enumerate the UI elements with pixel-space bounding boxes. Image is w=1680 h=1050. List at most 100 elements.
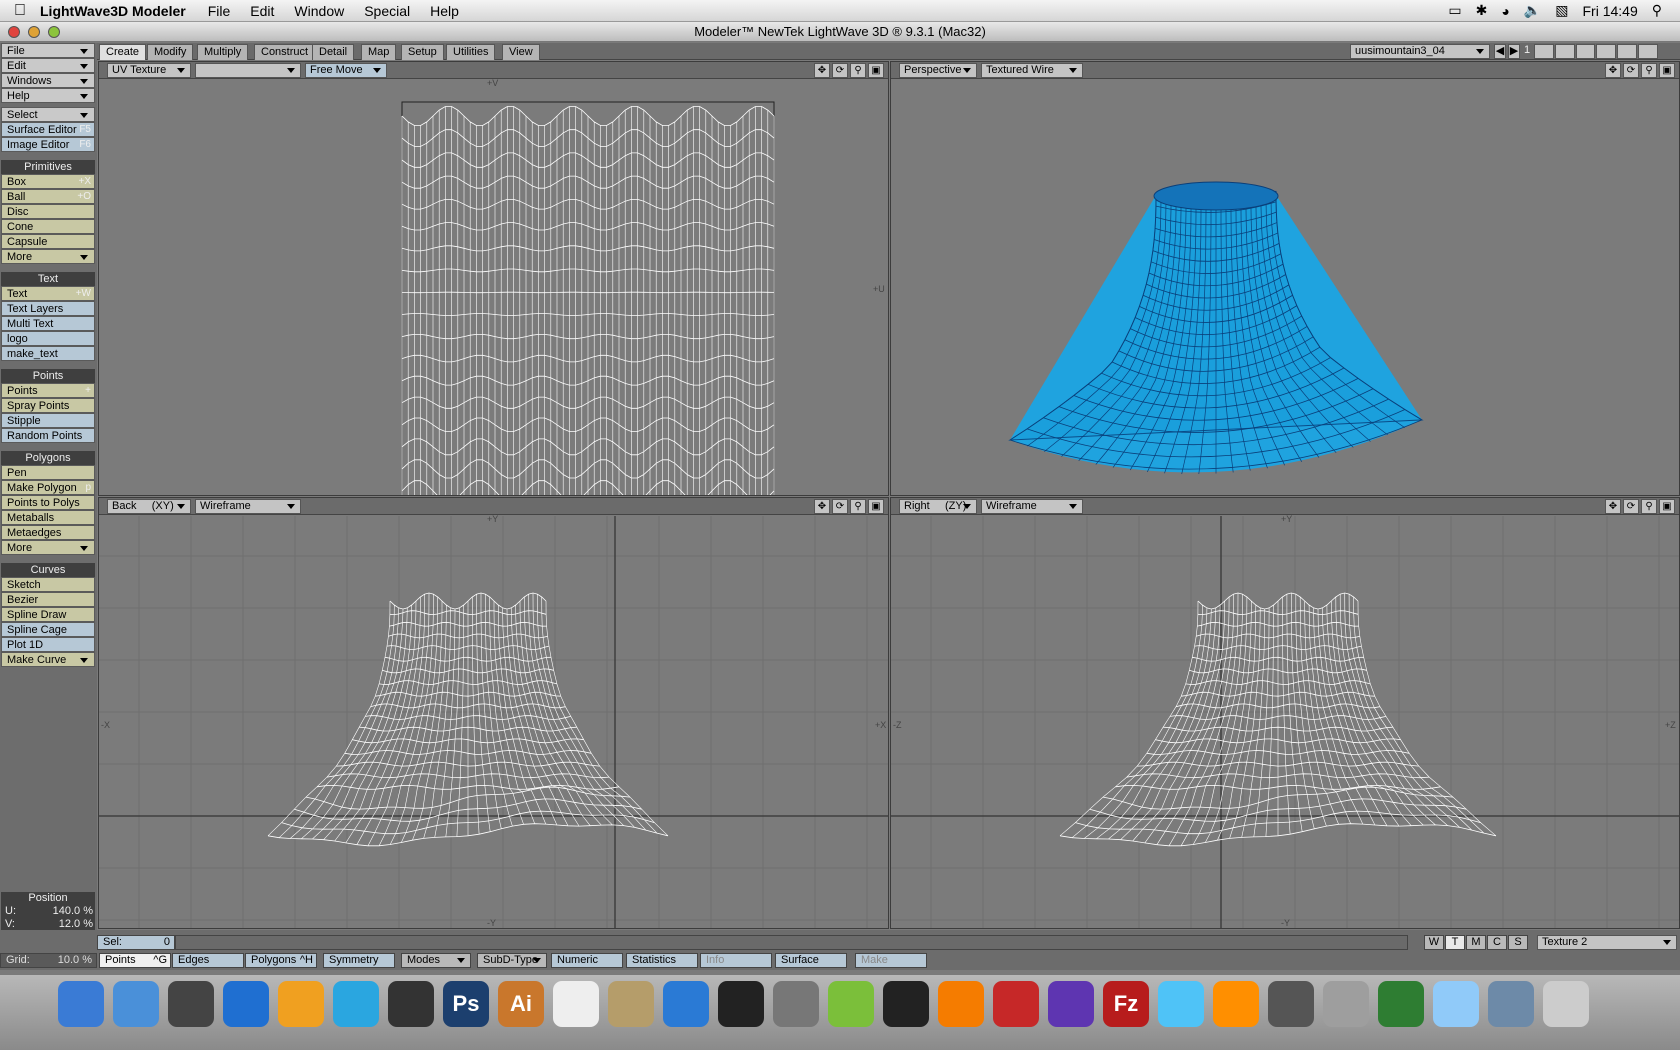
tab-utilities[interactable]: Utilities: [446, 44, 496, 60]
tab-modify[interactable]: Modify: [147, 44, 194, 60]
move-icon[interactable]: ✥: [1605, 499, 1621, 514]
next-layer-icon[interactable]: ▶: [1508, 44, 1520, 59]
sidebar-edit[interactable]: Edit: [1, 58, 95, 73]
tab-detail[interactable]: Detail: [312, 44, 355, 60]
volume-icon[interactable]: 🔈: [1524, 2, 1541, 19]
battery-icon[interactable]: ▧: [1555, 2, 1568, 19]
zoom-icon[interactable]: ⚲: [1641, 63, 1657, 78]
view-type-dropdown[interactable]: UV Texture: [107, 63, 191, 78]
make-text-button[interactable]: make_text: [1, 346, 95, 361]
zoom-icon[interactable]: ⚲: [850, 499, 866, 514]
render-mode-dropdown[interactable]: Textured Wire: [981, 63, 1083, 78]
layer-button[interactable]: [1638, 44, 1658, 59]
stipple-button[interactable]: Stipple: [1, 413, 95, 428]
chat-icon[interactable]: [828, 981, 874, 1027]
c-button[interactable]: C: [1487, 935, 1507, 950]
ichat-icon[interactable]: [113, 981, 159, 1027]
menu-special[interactable]: Special: [364, 3, 410, 19]
spiral-icon[interactable]: [663, 981, 709, 1027]
spotlight-icon[interactable]: ⚲: [1652, 2, 1662, 19]
move-icon[interactable]: ✥: [814, 63, 830, 78]
layer-button[interactable]: [1596, 44, 1617, 59]
backup-icon[interactable]: [388, 981, 434, 1027]
ball-button[interactable]: Ball +O: [1, 189, 95, 204]
preview-icon[interactable]: [608, 981, 654, 1027]
rotate-icon[interactable]: ⟳: [832, 63, 848, 78]
spline-cage-button[interactable]: Spline Cage: [1, 622, 95, 637]
m-button[interactable]: M: [1466, 935, 1486, 950]
rotate-icon[interactable]: ⟳: [832, 499, 848, 514]
move-icon[interactable]: ✥: [1605, 63, 1621, 78]
texture-dropdown[interactable]: Texture 2: [1537, 935, 1677, 950]
layer-button[interactable]: [1534, 44, 1554, 59]
display-icon[interactable]: ▭: [1448, 2, 1461, 19]
sidebar-help[interactable]: Help: [1, 88, 95, 103]
t-button[interactable]: T: [1445, 935, 1465, 950]
object-selector[interactable]: uusimountain3_04: [1350, 44, 1490, 59]
plot-1d-button[interactable]: Plot 1D: [1, 637, 95, 652]
view-type-dropdown[interactable]: Back (XY): [107, 499, 191, 514]
tab-create[interactable]: Create: [99, 44, 147, 60]
sidebar-select[interactable]: Select: [1, 107, 95, 122]
symmetry-button[interactable]: Symmetry: [323, 953, 395, 968]
points-mode-button[interactable]: Points ^G: [99, 953, 171, 968]
viewport-perspective[interactable]: Perspective Textured Wire ✥ ⟳ ⚲ ▣: [890, 61, 1680, 496]
cone-button[interactable]: Cone: [1, 219, 95, 234]
bezier-button[interactable]: Bezier: [1, 592, 95, 607]
statistics-button[interactable]: Statistics: [626, 953, 698, 968]
random-points-button[interactable]: Random Points: [1, 428, 95, 443]
close-icon[interactable]: [8, 26, 20, 38]
prev-layer-icon[interactable]: ◀: [1494, 44, 1506, 59]
capsule-button[interactable]: Capsule: [1, 234, 95, 249]
finder-icon[interactable]: [58, 981, 104, 1027]
make-polygon-button[interactable]: Make Polygon p: [1, 480, 95, 495]
layer-button[interactable]: [1617, 44, 1638, 59]
render-mode-dropdown[interactable]: Wireframe: [981, 499, 1083, 514]
tab-multiply[interactable]: Multiply: [197, 44, 249, 60]
disc-button[interactable]: Disc: [1, 204, 95, 219]
surface-button[interactable]: Surface: [775, 953, 847, 968]
multi-text-button[interactable]: Multi Text: [1, 316, 95, 331]
uv-map-dropdown[interactable]: [195, 63, 301, 78]
minimize-icon[interactable]: [28, 26, 40, 38]
sapps-icon[interactable]: [718, 981, 764, 1027]
logo-button[interactable]: logo: [1, 331, 95, 346]
polygons-mode-button[interactable]: Polygons ^H: [245, 953, 317, 968]
view-type-dropdown[interactable]: Right (ZY): [899, 499, 977, 514]
zoom-icon[interactable]: ⚲: [850, 63, 866, 78]
zoom-icon[interactable]: [48, 26, 60, 38]
maximize-icon[interactable]: ▣: [1659, 499, 1675, 514]
maximize-icon[interactable]: ▣: [868, 499, 884, 514]
itunes-icon[interactable]: [1158, 981, 1204, 1027]
s-button[interactable]: S: [1508, 935, 1528, 950]
illustrator-icon[interactable]: Ai: [498, 981, 544, 1027]
sketch-button[interactable]: Sketch: [1, 577, 95, 592]
metaedges-button[interactable]: Metaedges: [1, 525, 95, 540]
vlc-icon[interactable]: [938, 981, 984, 1027]
viewport-uv[interactable]: UV Texture Free Move ✥ ⟳ ⚲ ▣ +V +U: [98, 61, 889, 496]
zoom-icon[interactable]: ⚲: [1641, 499, 1657, 514]
viewport-back[interactable]: Back (XY) Wireframe ✥ ⟳ ⚲ ▣ +Y -X +X -Y: [98, 497, 889, 929]
info-button[interactable]: Info: [700, 953, 772, 968]
tab-view[interactable]: View: [502, 44, 540, 60]
apple-icon[interactable]: : [0, 2, 40, 20]
polygons-more-button[interactable]: More: [1, 540, 95, 555]
clock[interactable]: Fri 14:49: [1582, 3, 1637, 19]
menu-edit[interactable]: Edit: [250, 3, 274, 19]
rotate-icon[interactable]: ⟳: [1623, 63, 1639, 78]
maya-icon[interactable]: [278, 981, 324, 1027]
box-button[interactable]: Box +X: [1, 174, 95, 189]
trash-icon[interactable]: [1543, 981, 1589, 1027]
terminal-icon[interactable]: [883, 981, 929, 1027]
photoshop-icon[interactable]: Ps: [443, 981, 489, 1027]
time-icon[interactable]: [168, 981, 214, 1027]
w-button[interactable]: W: [1424, 935, 1444, 950]
photo-icon[interactable]: [1213, 981, 1259, 1027]
primitives-more-button[interactable]: More: [1, 249, 95, 264]
maximize-icon[interactable]: ▣: [868, 63, 884, 78]
menu-window[interactable]: Window: [294, 3, 344, 19]
skype-icon[interactable]: [333, 981, 379, 1027]
hammer-icon[interactable]: [773, 981, 819, 1027]
lw3-icon[interactable]: [1378, 981, 1424, 1027]
layer-button[interactable]: [1554, 44, 1575, 59]
